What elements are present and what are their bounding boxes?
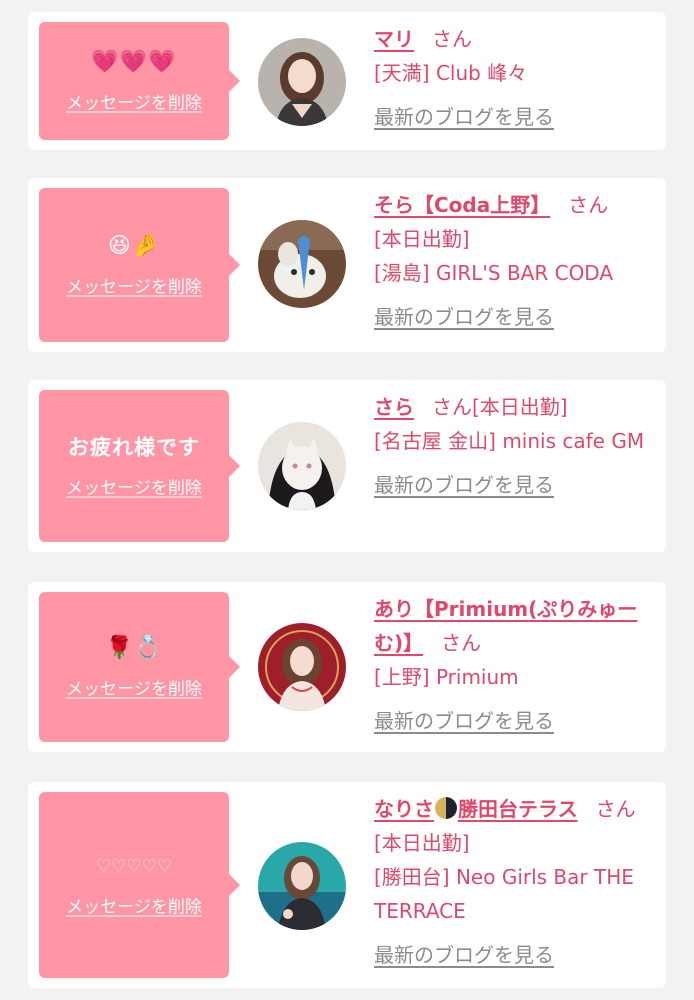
delete-message-link[interactable]: メッセージを削除 <box>66 474 202 499</box>
list-item: お疲れ様です メッセージを削除 さら さん[本日出勤] [名古屋 金山] mini… <box>28 380 666 552</box>
message-text: 💗💗💗 <box>91 49 177 75</box>
honorific: さん <box>432 395 472 419</box>
avatar[interactable] <box>258 220 346 308</box>
avatar[interactable] <box>258 422 346 510</box>
latest-blog-link[interactable]: 最新のブログを見る <box>374 300 554 334</box>
list-item: ♡♡♡♡♡ メッセージを削除 なりさ 勝田台テラス さん [本日出勤] [勝田台] N… <box>28 782 666 988</box>
delete-message-link[interactable]: メッセージを削除 <box>66 893 202 918</box>
delete-message-link[interactable]: メッセージを削除 <box>66 675 202 700</box>
venue-text: [上野] Primium <box>374 665 519 689</box>
profile-name-link[interactable]: マリ <box>374 27 414 51</box>
honorific: さん <box>441 631 482 655</box>
message-bubble: 🌹💍 メッセージを削除 <box>39 592 240 742</box>
profile-name-link[interactable]: そら【Coda上野】 <box>374 193 550 217</box>
venue-text: [天満] Club 峰々 <box>374 61 528 85</box>
list-item: 💗💗💗 メッセージを削除 マリ さん [天満] Club 峰々 最新のブログを見る <box>28 12 666 150</box>
message-text: 🌹💍 <box>105 635 163 661</box>
honorific: さん <box>568 193 609 217</box>
venue-text: [勝田台] Neo Girls Bar THE TERRACE <box>374 865 634 923</box>
cat-mask-portrait-icon <box>258 422 346 510</box>
message-bubble: 😆🤌 メッセージを削除 <box>39 188 240 342</box>
latest-blog-link[interactable]: 最新のブログを見る <box>374 938 554 972</box>
message-bubble: ♡♡♡♡♡ メッセージを削除 <box>39 792 240 978</box>
message-text: お疲れ様です <box>68 435 200 460</box>
message-bubble: お疲れ様です メッセージを削除 <box>39 390 240 542</box>
honorific: さん <box>432 27 472 51</box>
profile-name-link[interactable]: なりさ 勝田台テラス <box>374 797 578 821</box>
avatar[interactable] <box>258 623 346 711</box>
status-text: [本日出勤] <box>472 395 568 419</box>
venue-text: [名古屋 金山] minis cafe GM <box>374 429 645 453</box>
message-text: 😆🤌 <box>107 233 161 259</box>
message-text: ♡♡♡♡♡ <box>95 856 173 877</box>
profile-info: さら さん[本日出勤] [名古屋 金山] minis cafe GM 最新のブログ… <box>374 390 658 502</box>
profile-info: そら【Coda上野】 さん [本日出勤] [湯島] GIRL'S BAR CODA… <box>374 188 658 334</box>
status-text: [本日出勤] <box>374 831 470 855</box>
profile-name-link[interactable]: さら <box>374 395 414 419</box>
status-text: [本日出勤] <box>374 227 470 251</box>
venue-text: [湯島] GIRL'S BAR CODA <box>374 261 614 285</box>
delete-message-link[interactable]: メッセージを削除 <box>66 273 202 298</box>
red-dress-portrait-icon <box>258 623 346 711</box>
plush-toy-photo-icon <box>258 220 346 308</box>
message-bubble: 💗💗💗 メッセージを削除 <box>39 22 240 140</box>
portrait-dark-hair-icon <box>258 38 346 126</box>
avatar[interactable] <box>258 842 346 930</box>
latest-blog-link[interactable]: 最新のブログを見る <box>374 704 554 738</box>
delete-message-link[interactable]: メッセージを削除 <box>66 89 202 114</box>
latest-blog-link[interactable]: 最新のブログを見る <box>374 100 554 134</box>
honorific: さん <box>595 797 636 821</box>
avatar[interactable] <box>258 38 346 126</box>
profile-name-link[interactable]: あり【Primium(ぷりみゅーむ)】 <box>374 597 637 655</box>
list-item: 🌹💍 メッセージを削除 あり【Primium(ぷりみゅーむ)】 さん [上野] P… <box>28 582 666 752</box>
latest-blog-link[interactable]: 最新のブログを見る <box>374 468 554 502</box>
teal-background-portrait-icon <box>258 842 346 930</box>
list-item: 😆🤌 メッセージを削除 そら【Coda上野】 さん [本日出勤] [湯島] GIR… <box>28 178 666 352</box>
profile-info: あり【Primium(ぷりみゅーむ)】 さん [上野] Primium 最新のブロ… <box>374 592 658 738</box>
profile-info: マリ さん [天満] Club 峰々 最新のブログを見る <box>374 22 658 134</box>
message-list: 💗💗💗 メッセージを削除 マリ さん [天満] Club 峰々 最新のブログを見る… <box>0 0 694 1000</box>
profile-info: なりさ 勝田台テラス さん [本日出勤] [勝田台] Neo Girls Bar TH… <box>374 792 658 972</box>
half-moon-icon <box>435 797 457 819</box>
